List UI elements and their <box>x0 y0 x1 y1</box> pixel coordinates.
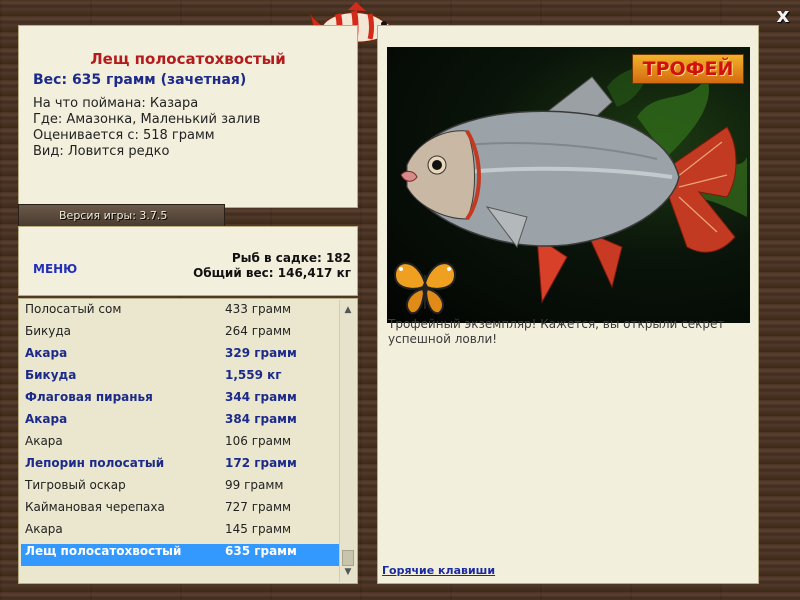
catch-fish-name: Акара <box>25 522 63 536</box>
catch-fish-weight: 384 грамм <box>225 412 297 426</box>
fish-title: Лещ полосатохвостый <box>90 50 286 68</box>
menu-button[interactable]: МЕНЮ <box>33 262 77 276</box>
fish-photo: ТРОФЕЙ <box>387 47 750 323</box>
butterfly-icon <box>393 262 457 315</box>
catch-fish-name: Тигровый оскар <box>25 478 126 492</box>
scrollbar[interactable]: ▲ ▼ <box>339 300 356 582</box>
hotkeys-link[interactable]: Горячие клавиши <box>382 564 495 577</box>
rarity-line: Вид: Ловится редко <box>33 144 170 159</box>
catch-row[interactable]: Флаговая пиранья 344 грамм <box>21 390 339 412</box>
catch-list[interactable]: Полосатый сом 433 грамм Бикуда 264 грамм Ака… <box>21 302 339 566</box>
catch-fish-weight: 329 грамм <box>225 346 297 360</box>
catch-list-panel: Полосатый сом 433 грамм Бикуда 264 грамм Ака… <box>18 298 358 584</box>
catch-fish-name: Акара <box>25 346 68 360</box>
catch-fish-name: Полосатый сом <box>25 302 122 316</box>
scroll-up-icon[interactable]: ▲ <box>340 302 356 318</box>
catch-row[interactable]: Акара 106 грамм <box>21 434 339 456</box>
keepnet-stats: Рыб в садке: 182 Общий вес: 146,417 кг <box>193 251 351 281</box>
catch-row[interactable]: Бикуда 264 грамм <box>21 324 339 346</box>
catch-row[interactable]: Бикуда 1,559 кг <box>21 368 339 390</box>
total-weight: Общий вес: 146,417 кг <box>193 266 351 280</box>
fish-info-panel: Лещ полосатохвостый Вес: 635 грамм (заче… <box>18 25 358 208</box>
catch-row[interactable]: Лепорин полосатый 172 грамм <box>21 456 339 478</box>
catch-row[interactable]: Акара 145 грамм <box>21 522 339 544</box>
rating-line: Оценивается с: 518 грамм <box>33 128 215 143</box>
fish-detail-panel: ТРОФЕЙ Трофейный экземпляр! Кажется, вы … <box>377 25 759 584</box>
catch-fish-weight: 635 грамм <box>225 544 297 558</box>
catch-row[interactable]: Лещ полосатохвостый 635 грамм <box>21 544 339 566</box>
scroll-down-icon[interactable]: ▼ <box>340 564 356 580</box>
catch-fish-name: Бикуда <box>25 368 77 382</box>
fish-count: Рыб в садке: 182 <box>231 251 351 265</box>
bait-line: На что поймана: Казара <box>33 96 199 111</box>
catch-fish-weight: 99 грамм <box>225 478 284 492</box>
stats-panel: МЕНЮ Рыб в садке: 182 Общий вес: 146,417… <box>18 226 358 296</box>
trophy-badge: ТРОФЕЙ <box>632 54 744 84</box>
version-badge: Версия игры: 3.7.5 <box>18 204 225 227</box>
catch-fish-weight: 344 грамм <box>225 390 297 404</box>
fish-details: На что поймана: Казара Где: Амазонка, Ма… <box>33 96 260 160</box>
catch-fish-name: Бикуда <box>25 324 72 338</box>
catch-fish-weight: 1,559 кг <box>225 368 282 382</box>
catch-fish-name: Лепорин полосатый <box>25 456 165 470</box>
catch-fish-weight: 106 грамм <box>225 434 292 448</box>
location-line: Где: Амазонка, Маленький залив <box>33 112 261 127</box>
catch-row[interactable]: Тигровый оскар 99 грамм <box>21 478 339 500</box>
fish-weight: Вес: 635 грамм (зачетная) <box>33 72 247 88</box>
trophy-description: Трофейный экземпляр! Кажется, вы открыли… <box>388 317 725 346</box>
catch-fish-name: Флаговая пиранья <box>25 390 153 404</box>
catch-fish-weight: 145 грамм <box>225 522 292 536</box>
catch-row[interactable]: Каймановая черепаха 727 грамм <box>21 500 339 522</box>
catch-fish-weight: 172 грамм <box>225 456 297 470</box>
close-button[interactable]: x <box>772 4 794 26</box>
catch-fish-name: Лещ полосатохвостый <box>25 544 182 558</box>
catch-fish-weight: 264 грамм <box>225 324 292 338</box>
catch-row[interactable]: Акара 384 грамм <box>21 412 339 434</box>
catch-row[interactable]: Акара 329 грамм <box>21 346 339 368</box>
catch-fish-name: Акара <box>25 412 68 426</box>
catch-fish-name: Каймановая черепаха <box>25 500 165 514</box>
catch-fish-name: Акара <box>25 434 63 448</box>
catch-row[interactable]: Полосатый сом 433 грамм <box>21 302 339 324</box>
catch-fish-weight: 727 грамм <box>225 500 292 514</box>
catch-fish-weight: 433 грамм <box>225 302 292 316</box>
